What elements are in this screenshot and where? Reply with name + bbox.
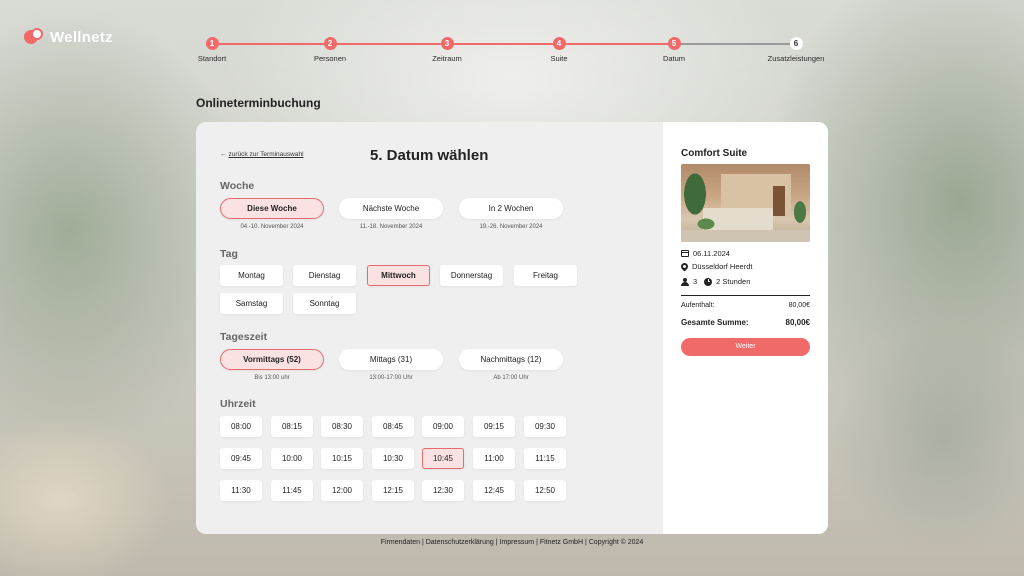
step-personen[interactable]: 2 Personen <box>290 37 370 63</box>
total-value: 80,00€ <box>785 318 810 327</box>
stay-row: Aufenthalt: 80,00€ <box>681 302 810 309</box>
step-label: Datum <box>662 54 686 63</box>
time-slot[interactable]: 08:45 <box>372 416 414 437</box>
logo-text: Wellnetz <box>50 28 113 46</box>
time-slot[interactable]: 09:30 <box>524 416 566 437</box>
time-slot[interactable]: 12:00 <box>321 480 363 501</box>
time-slot[interactable]: 10:00 <box>271 448 313 469</box>
daytime-label: Tageszeit <box>220 331 268 343</box>
date-row: 06.11.2024 <box>681 249 730 258</box>
date-value: 06.11.2024 <box>693 249 730 258</box>
time-slot[interactable]: 08:15 <box>271 416 313 437</box>
clock-icon <box>704 277 713 286</box>
time-slot[interactable]: 09:45 <box>220 448 262 469</box>
day-option[interactable]: Dienstag <box>293 265 356 286</box>
time-slot[interactable]: 10:30 <box>372 448 414 469</box>
suite-image <box>681 164 810 242</box>
step-label: Standort <box>197 54 227 63</box>
persons-value: 3 <box>693 277 698 286</box>
week-option-two[interactable]: In 2 Wochen <box>459 198 563 219</box>
divider <box>681 295 810 296</box>
time-slot[interactable]: 11:30 <box>220 480 262 501</box>
week-label: Woche <box>220 180 255 192</box>
back-link[interactable]: ← zurück zur Terminauswahl <box>220 151 304 158</box>
time-slot[interactable]: 09:00 <box>422 416 464 437</box>
step-zusatzleistungen[interactable]: 6 Zusatzleistungen <box>756 37 836 63</box>
step-number: 3 <box>440 37 454 50</box>
time-slot[interactable]: 11:00 <box>473 448 515 469</box>
time-slot[interactable]: 08:00 <box>220 416 262 437</box>
day-label: Tag <box>220 248 238 260</box>
progress-stepper: 1 Standort 2 Personen 3 Zeitraum 4 Suite… <box>196 37 832 67</box>
arrow-left-icon: ← <box>220 151 227 158</box>
step-number: 2 <box>323 37 337 50</box>
time-slot[interactable]: 12:30 <box>422 480 464 501</box>
time-label: Uhrzeit <box>220 398 256 410</box>
week-range: 19.-26. November 2024 <box>479 224 543 230</box>
daytime-range: Bis 13:00 uhr <box>254 375 290 381</box>
duration-value: 2 Stunden <box>716 277 751 286</box>
time-slot[interactable]: 11:15 <box>524 448 566 469</box>
location-value: Düsseldorf Heerdt <box>692 262 753 271</box>
page-title: Onlineterminbuchung <box>196 96 321 110</box>
step-suite[interactable]: 4 Suite <box>519 37 599 63</box>
details-row: 3 2 Stunden <box>681 277 750 286</box>
step-label: Zeitraum <box>432 54 462 63</box>
week-option-this[interactable]: Diese Woche <box>220 198 324 219</box>
daytime-range: Ab 17:00 Uhr <box>493 375 529 381</box>
step-number: 4 <box>552 37 566 50</box>
location-row: Düsseldorf Heerdt <box>679 261 753 272</box>
time-slot[interactable]: 11:45 <box>271 480 313 501</box>
step-standort[interactable]: 1 Standort <box>172 37 252 63</box>
day-option[interactable]: Donnerstag <box>440 265 503 286</box>
footer-links[interactable]: Firmendaten | Datenschutzerklärung | Imp… <box>0 539 1024 546</box>
daytime-option[interactable]: Mittags (31) <box>339 349 443 370</box>
calendar-icon <box>681 250 689 257</box>
time-slot[interactable]: 12:45 <box>473 480 515 501</box>
daytime-option[interactable]: Vormittags (52) <box>220 349 324 370</box>
location-pin-icon <box>679 261 690 272</box>
logo[interactable]: Wellnetz <box>24 28 113 46</box>
time-slot[interactable]: 09:15 <box>473 416 515 437</box>
time-slot[interactable]: 08:30 <box>321 416 363 437</box>
step-number: 1 <box>205 37 219 50</box>
suite-title: Comfort Suite <box>681 148 748 159</box>
section-title: 5. Datum wählen <box>370 147 489 164</box>
week-range: 11.-18. November 2024 <box>359 224 423 230</box>
total-row: Gesamte Summe: 80,00€ <box>681 318 810 327</box>
time-slot[interactable]: 10:15 <box>321 448 363 469</box>
day-option[interactable]: Montag <box>220 265 283 286</box>
step-number: 5 <box>667 37 681 50</box>
daytime-range: 13:00-17:00 Uhr <box>369 375 413 381</box>
logo-icon <box>24 28 44 46</box>
step-label: Personen <box>313 54 347 63</box>
step-number: 6 <box>789 37 803 50</box>
step-datum[interactable]: 5 Datum <box>634 37 714 63</box>
day-option[interactable]: Freitag <box>514 265 577 286</box>
background-decor <box>0 380 180 576</box>
stay-value: 80,00€ <box>788 302 810 309</box>
next-button[interactable]: Weiter <box>681 338 810 356</box>
day-option[interactable]: Mittwoch <box>367 265 430 286</box>
summary-card: Comfort Suite 06.11.2024 Düsseldorf Heer… <box>663 122 828 534</box>
week-option-next[interactable]: Nächste Woche <box>339 198 443 219</box>
step-label: Suite <box>550 54 568 63</box>
daytime-option[interactable]: Nachmittags (12) <box>459 349 563 370</box>
back-link-label: zurück zur Terminauswahl <box>228 151 304 158</box>
background-decor <box>824 300 1024 576</box>
time-slot[interactable]: 10:45 <box>422 448 464 469</box>
person-icon <box>681 277 689 286</box>
step-zeitraum[interactable]: 3 Zeitraum <box>407 37 487 63</box>
day-option[interactable]: Sonntag <box>293 293 356 314</box>
week-range: 04.-10. November 2024 <box>240 224 304 230</box>
stay-label: Aufenthalt: <box>681 302 715 309</box>
day-option[interactable]: Samstag <box>220 293 283 314</box>
step-label: Zusatzleistungen <box>767 54 825 63</box>
total-label: Gesamte Summe: <box>681 318 749 327</box>
time-slot[interactable]: 12:15 <box>372 480 414 501</box>
time-slot[interactable]: 12:50 <box>524 480 566 501</box>
